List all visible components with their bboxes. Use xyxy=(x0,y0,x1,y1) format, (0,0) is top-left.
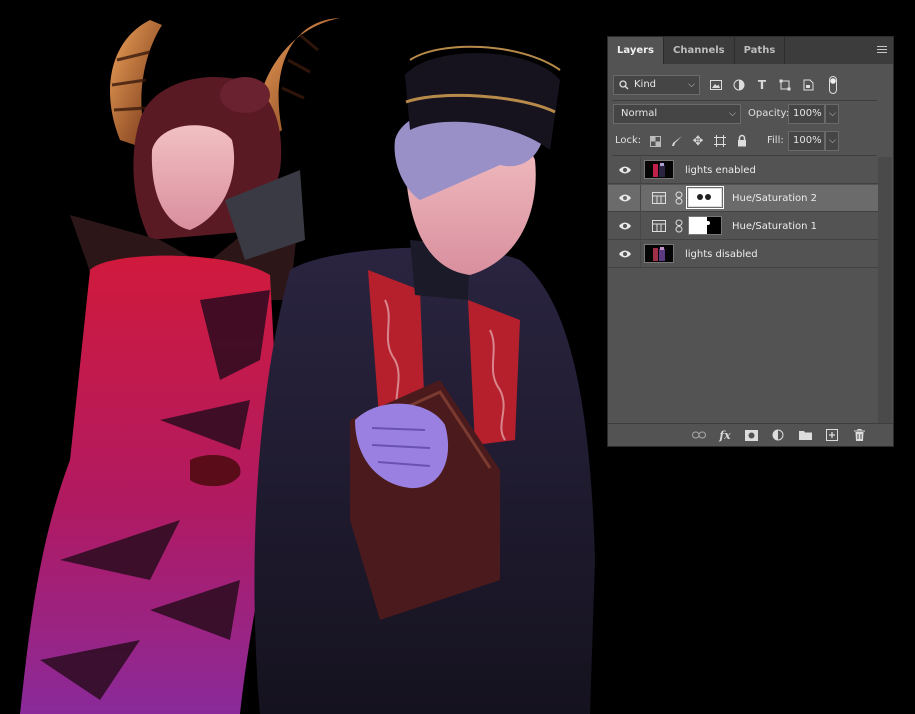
man-figure xyxy=(254,45,595,714)
layer-mask-thumbnail[interactable] xyxy=(688,216,722,235)
eye-icon xyxy=(619,194,631,202)
layer-name: lights enabled xyxy=(685,165,756,176)
fx-icon[interactable]: fx xyxy=(718,428,732,442)
image-filter-icon[interactable] xyxy=(709,78,723,92)
type-filter-icon[interactable]: T xyxy=(755,78,769,92)
opacity-input[interactable]: 100% xyxy=(788,104,825,124)
layer-thumbnail xyxy=(644,244,674,263)
lock-all-icon[interactable] xyxy=(735,133,749,147)
lock-artboard-icon[interactable] xyxy=(713,134,727,148)
tab-layers[interactable]: Layers xyxy=(608,37,664,64)
new-layer-icon[interactable] xyxy=(825,428,839,442)
visibility-toggle[interactable] xyxy=(608,213,641,239)
layer-row-hue-saturation-1[interactable]: Hue/Saturation 1 xyxy=(608,213,878,240)
layer-row-lights-disabled[interactable]: lights disabled xyxy=(608,241,878,268)
layer-thumbnail xyxy=(644,160,674,179)
search-icon xyxy=(619,80,629,90)
lock-label: Lock: xyxy=(615,135,642,146)
shape-filter-icon[interactable] xyxy=(778,78,792,92)
fill-label: Fill: xyxy=(767,135,784,146)
layer-mask-thumbnail[interactable] xyxy=(686,186,724,209)
layer-name: Hue/Saturation 1 xyxy=(732,221,818,232)
lock-position-icon[interactable]: ✥ xyxy=(691,134,705,149)
lock-transparent-pixels-icon[interactable] xyxy=(648,134,662,148)
eye-icon xyxy=(619,222,631,230)
layers-panel: Layers Channels Paths Kind ⌵ T Normal ⌵ … xyxy=(607,36,894,447)
adjustment-filter-icon[interactable] xyxy=(732,78,746,92)
adjustment-layer-icon xyxy=(652,220,666,232)
adjustment-layer-icon xyxy=(652,192,666,204)
eye-icon xyxy=(619,250,631,258)
panel-tab-bar: Layers Channels Paths xyxy=(608,37,893,64)
fill-dropdown-button[interactable]: ⌵ xyxy=(825,131,839,151)
blend-mode-value: Normal xyxy=(621,108,658,119)
new-group-icon[interactable] xyxy=(798,428,812,442)
layer-filter-kind-select[interactable]: Kind ⌵ xyxy=(613,75,700,95)
divider xyxy=(612,155,877,156)
tab-paths[interactable]: Paths xyxy=(735,37,786,64)
delete-layer-icon[interactable] xyxy=(852,428,866,442)
eye-icon xyxy=(619,166,631,174)
smart-object-filter-icon[interactable] xyxy=(801,78,815,92)
visibility-toggle[interactable] xyxy=(608,185,641,211)
opacity-dropdown-button[interactable]: ⌵ xyxy=(825,104,839,124)
layer-row-hue-saturation-2[interactable]: Hue/Saturation 2 xyxy=(608,185,878,212)
filter-kind-label: Kind xyxy=(634,79,657,90)
divider xyxy=(612,100,877,101)
filter-toggle-icon[interactable] xyxy=(828,75,838,95)
add-mask-icon[interactable] xyxy=(744,428,758,442)
chevron-down-icon: ⌵ xyxy=(688,80,695,90)
chevron-down-icon: ⌵ xyxy=(829,136,836,146)
visibility-toggle[interactable] xyxy=(608,241,641,267)
layer-name: Hue/Saturation 2 xyxy=(732,193,818,204)
new-adjustment-icon[interactable] xyxy=(771,428,785,442)
panel-footer: fx xyxy=(608,423,893,446)
mask-link-icon[interactable] xyxy=(675,219,683,233)
fill-value: 100% xyxy=(793,135,822,146)
opacity-label: Opacity: xyxy=(748,108,790,119)
visibility-toggle[interactable] xyxy=(608,157,641,183)
layers-list: lights enabled Hue/Saturation 2 Hue/Satu… xyxy=(608,157,878,425)
tab-channels[interactable]: Channels xyxy=(664,37,735,64)
layer-name: lights disabled xyxy=(685,249,758,260)
layer-row-lights-enabled[interactable]: lights enabled xyxy=(608,157,878,184)
mask-link-icon[interactable] xyxy=(675,191,683,205)
lock-image-pixels-icon[interactable] xyxy=(670,134,684,148)
panel-menu-icon[interactable] xyxy=(877,46,887,54)
link-layers-icon[interactable] xyxy=(692,428,706,442)
chevron-down-icon: ⌵ xyxy=(729,109,736,119)
fill-input[interactable]: 100% xyxy=(788,131,825,151)
opacity-value: 100% xyxy=(793,108,822,119)
layers-scrollbar[interactable] xyxy=(878,157,892,425)
chevron-down-icon: ⌵ xyxy=(829,109,836,119)
blend-mode-select[interactable]: Normal ⌵ xyxy=(613,104,741,124)
